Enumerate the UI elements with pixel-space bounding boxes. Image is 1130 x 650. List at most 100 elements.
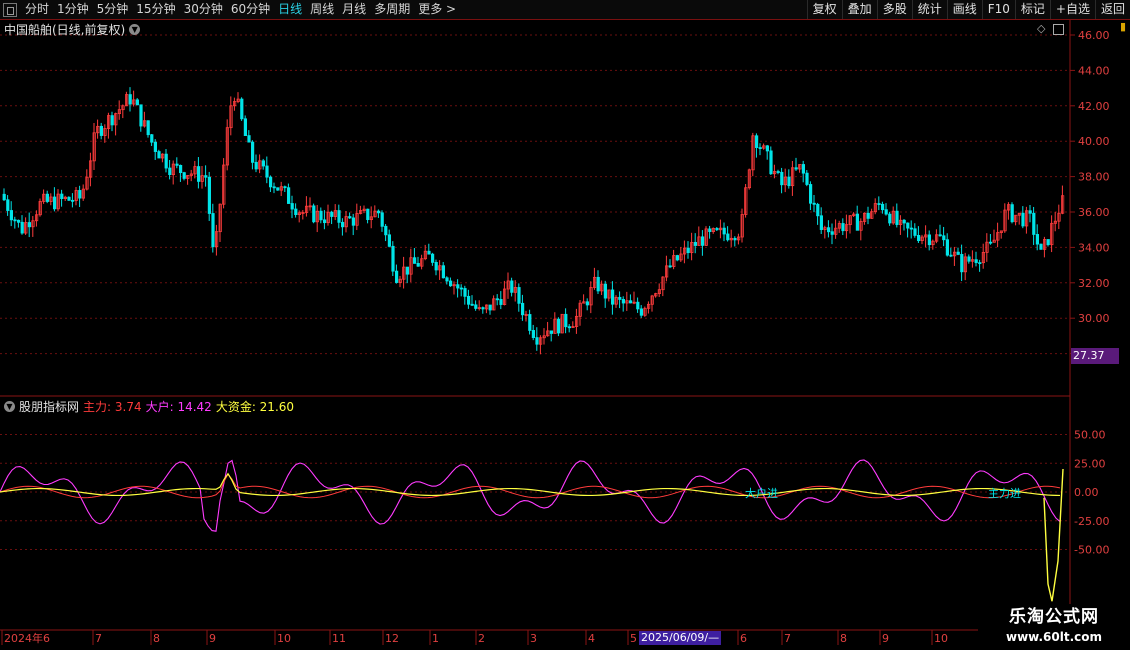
candle-body — [636, 301, 640, 310]
date-tick-label: 2024年6 — [4, 631, 50, 645]
candle-body — [776, 171, 780, 173]
candle-body — [758, 147, 762, 149]
candle-body — [1028, 210, 1032, 214]
watermark-title: 乐淘公式网 — [1009, 607, 1099, 627]
candle-body — [1010, 204, 1014, 223]
candle-body — [247, 135, 251, 143]
candle-body — [801, 164, 806, 174]
big-holder-value: 大户: 14.42 — [145, 400, 212, 414]
date-tick-label: 6 — [740, 632, 747, 645]
candle-body — [805, 172, 809, 185]
candle-body — [337, 210, 341, 223]
candle-body — [927, 234, 932, 246]
candle-body — [290, 203, 294, 210]
candle-body — [268, 176, 273, 188]
candle-body — [956, 251, 960, 255]
date-tick-label: 2 — [478, 632, 485, 645]
dropdown-icon[interactable]: ▼ — [129, 24, 141, 35]
candle-body — [474, 304, 478, 309]
candle-body — [348, 216, 352, 219]
indicator-axis: 50.00 25.00 0.00 -25.00 -50.00 — [1074, 429, 1109, 557]
candle-body — [765, 145, 770, 152]
candle-body — [629, 300, 633, 304]
candle-body — [153, 141, 157, 152]
candle-body — [1046, 239, 1050, 246]
candle-body — [733, 237, 737, 241]
candle-body — [441, 265, 446, 279]
candle-body — [906, 222, 910, 229]
price-tick-label: 42.00 — [1078, 100, 1110, 113]
candle-body — [139, 104, 143, 127]
side-panel-strip[interactable]: ▮ — [1120, 20, 1130, 630]
date-tick-label: 7 — [95, 632, 102, 645]
candle-body — [1032, 212, 1036, 235]
candle-body — [175, 163, 179, 166]
candle-body — [909, 227, 914, 230]
expand-icon[interactable] — [1053, 24, 1064, 35]
candle-body — [1021, 212, 1025, 227]
date-tick-label: 9 — [882, 632, 889, 645]
candle-body — [182, 172, 186, 179]
candle-body — [686, 247, 690, 254]
price-axis: 46.00 44.00 42.00 40.00 38.00 36.00 34.00 32.00… — [1070, 29, 1110, 361]
candle-body — [701, 236, 705, 246]
candle-body — [276, 187, 280, 191]
candle-body — [902, 219, 906, 224]
candle-body — [715, 228, 719, 231]
candle-body — [312, 205, 316, 223]
candle-body — [45, 193, 50, 202]
candle-body — [596, 276, 600, 292]
date-tick-label: 8 — [840, 632, 847, 645]
price-tick-label: 38.00 — [1078, 171, 1110, 184]
price-tick-label: 46.00 — [1078, 29, 1110, 42]
candle-body — [567, 326, 572, 329]
candle-body — [827, 227, 831, 233]
candle-body — [794, 167, 798, 170]
candle-body — [135, 99, 139, 106]
main-force-value: 主力: 3.74 — [83, 400, 142, 414]
candle-body — [366, 208, 370, 220]
chart-title: 中国船舶(日线,前复权) ▼ — [4, 21, 141, 38]
candle-body — [549, 330, 554, 334]
candle-body — [463, 288, 467, 297]
candle-body — [531, 330, 536, 338]
date-tick-label: 5 — [630, 632, 637, 645]
candle-body — [603, 283, 608, 299]
candle-body — [780, 171, 784, 186]
indicator-name[interactable]: 股朋指标网 — [19, 398, 79, 415]
candle-body — [351, 217, 356, 226]
candle-body — [517, 287, 521, 304]
candle-body — [967, 256, 971, 262]
candle-body — [60, 193, 64, 199]
big-fund-line-end — [1043, 468, 1064, 602]
candle-body — [769, 150, 773, 175]
candle-body — [535, 337, 539, 345]
indicator-tick-label: -50.00 — [1074, 544, 1109, 557]
candle-body — [207, 176, 211, 214]
candle-body — [211, 213, 215, 248]
candle-body — [488, 304, 492, 311]
candle-body — [755, 135, 759, 148]
candle-body — [384, 225, 388, 236]
candle-body — [895, 210, 899, 225]
candle-body — [938, 234, 942, 237]
candle-body — [412, 257, 417, 264]
candle-body — [150, 134, 154, 143]
candle-body — [675, 255, 680, 261]
indicator-dropdown-icon[interactable]: ▼ — [4, 401, 15, 412]
indicator-title: ▼ 股朋指标网 主力: 3.74 大户: 14.42 大资金: 21.60 — [4, 398, 294, 415]
diamond-icon[interactable]: ◇ — [1037, 22, 1045, 35]
candle-body — [960, 254, 964, 273]
watermark-url: www.60lt.com — [1005, 630, 1103, 644]
candle-body — [877, 203, 881, 205]
candle-body — [466, 295, 471, 305]
date-tick-label: 11 — [332, 632, 346, 645]
side-strip-glyph: ▮ — [1120, 20, 1127, 33]
candle-body — [830, 231, 834, 235]
candle-body — [481, 307, 485, 310]
kline-chart[interactable]: 46.0044.0042.0040.0038.0036.0034.0032.00… — [0, 0, 1130, 650]
indicator-tick-label: 50.00 — [1074, 429, 1106, 442]
candle-body — [639, 308, 644, 316]
candle-body — [510, 280, 514, 293]
candle-body — [945, 239, 950, 256]
